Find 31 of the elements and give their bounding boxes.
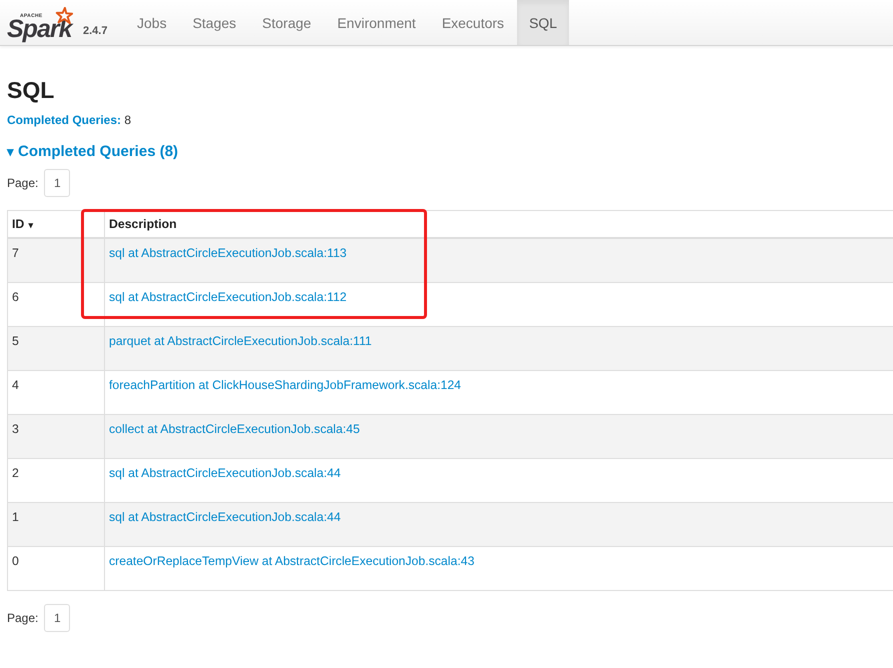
caret-icon[interactable]: ▾ (7, 144, 14, 159)
page-button[interactable]: 1 (44, 169, 70, 197)
page-title: SQL (7, 76, 56, 104)
nav-tab[interactable]: Stages (180, 0, 250, 45)
query-link[interactable]: sql at AbstractCircleExecutionJob.scala:113 (109, 246, 347, 260)
nav-tab[interactable]: Environment (324, 0, 429, 45)
query-link[interactable]: createOrReplaceTempView at AbstractCircleExecutionJob.scala:43 (109, 554, 474, 568)
nav-tab[interactable]: Storage (249, 0, 324, 45)
page-label: Page: (7, 176, 38, 190)
table-cell: 7 (8, 238, 104, 282)
table-cell: 5 (8, 326, 104, 370)
nav-tab[interactable]: Jobs (124, 0, 180, 45)
query-link[interactable]: foreachPartition at ClickHouseShardingJobFramework.scala:124 (109, 378, 461, 392)
table-cell: 2 (8, 458, 104, 502)
table-cell: 0 (8, 546, 104, 590)
query-link[interactable]: sql at AbstractCircleExecutionJob.scala:112 (109, 290, 347, 304)
table-cell: 1 (8, 502, 104, 546)
version-label: 2.4.7 (83, 25, 108, 37)
table-cell: 3 (8, 414, 104, 458)
query-link[interactable]: sql at AbstractCircleExecutionJob.scala:44 (109, 510, 341, 524)
summary-text: Completed Queries: 8 (7, 113, 132, 127)
query-link[interactable]: collect at AbstractCircleExecutionJob.scala:45 (109, 422, 360, 436)
table-cell: 6 (8, 282, 104, 326)
nav-tab[interactable]: SQL (517, 0, 570, 45)
page-button[interactable]: 1 (44, 604, 70, 632)
query-link[interactable]: parquet at AbstractCircleExecutionJob.scala:111 (109, 334, 372, 348)
query-link[interactable]: sql at AbstractCircleExecutionJob.scala:44 (109, 466, 341, 480)
section-title[interactable]: Completed Queries (8) (18, 143, 178, 160)
table-cell: 4 (8, 370, 104, 414)
nav-tab[interactable]: Executors (428, 0, 518, 45)
page-label: Page: (7, 610, 38, 624)
